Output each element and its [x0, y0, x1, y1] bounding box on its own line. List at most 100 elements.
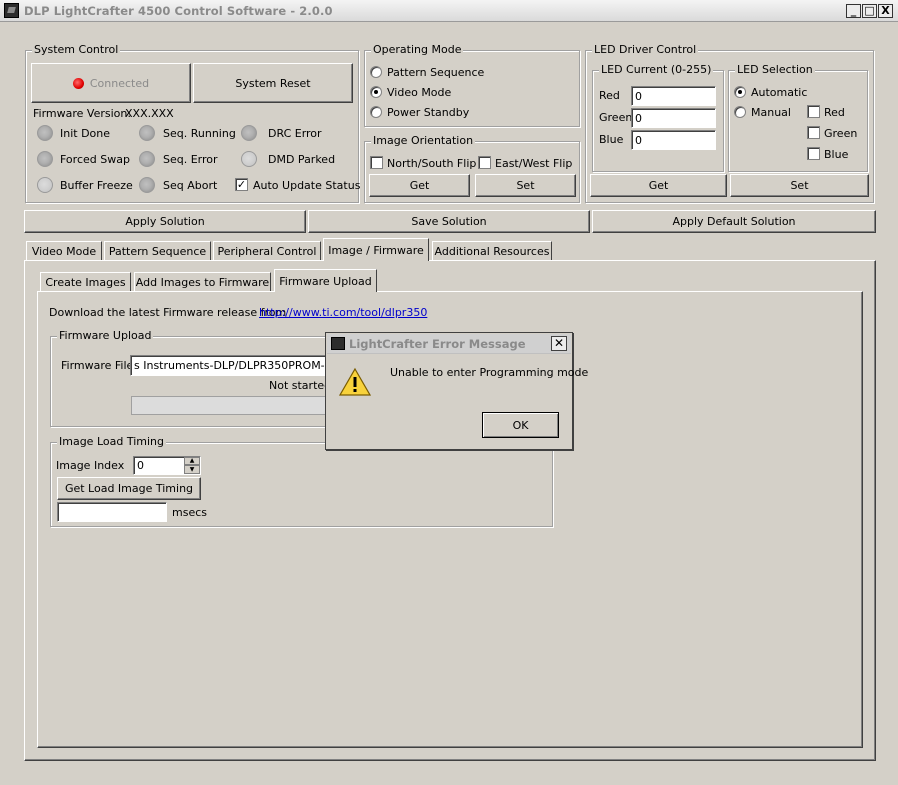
dialog-app-icon: [331, 337, 345, 350]
error-dialog-title-bar: LightCrafter Error Message ✕: [327, 334, 571, 354]
led-select-blue-label: Blue: [824, 148, 849, 161]
tab-firmware-upload[interactable]: Firmware Upload: [274, 269, 377, 292]
connected-label: Connected: [89, 76, 150, 90]
apply-default-solution-button[interactable]: Apply Default Solution: [592, 210, 876, 233]
load-timing-result-field[interactable]: [57, 502, 167, 522]
seq-abort-label: Seq Abort: [163, 179, 218, 192]
firmware-upload-legend: Firmware Upload: [57, 329, 154, 342]
connection-status-icon: [72, 77, 84, 89]
window-title: DLP LightCrafter 4500 Control Software -…: [24, 4, 333, 18]
led-green-input[interactable]: 0: [631, 108, 716, 128]
forced-swap-led-icon: [37, 151, 53, 167]
pattern-sequence-radio[interactable]: [370, 66, 382, 78]
upload-progress-bar: [131, 396, 331, 415]
auto-update-status-label: Auto Update Status: [253, 179, 361, 192]
seq-error-led-icon: [139, 151, 155, 167]
auto-update-status-checkbox[interactable]: ✓: [235, 178, 248, 191]
app-icon: [4, 3, 19, 18]
north-south-flip-checkbox[interactable]: [370, 156, 383, 169]
east-west-flip-label: East/West Flip: [495, 157, 573, 170]
system-reset-button[interactable]: System Reset: [193, 63, 353, 103]
apply-solution-button[interactable]: Apply Solution: [24, 210, 306, 233]
led-select-green-label: Green: [824, 127, 858, 140]
seq-abort-led-icon: [139, 177, 155, 193]
tab-create-images[interactable]: Create Images: [40, 272, 131, 292]
system-control-legend: System Control: [32, 43, 121, 56]
seq-error-label: Seq. Error: [163, 153, 218, 166]
orientation-get-button[interactable]: Get: [369, 174, 470, 197]
seq-running-label: Seq. Running: [163, 127, 236, 140]
led-blue-input[interactable]: 0: [631, 130, 716, 150]
video-mode-label: Video Mode: [387, 86, 452, 99]
led-select-red-label: Red: [824, 106, 845, 119]
tab-pattern-sequence[interactable]: Pattern Sequence: [104, 241, 211, 261]
init-done-label: Init Done: [60, 127, 111, 140]
forced-swap-label: Forced Swap: [60, 153, 130, 166]
firmware-version-value: XXX.XXX: [125, 107, 174, 120]
title-bar: DLP LightCrafter 4500 Control Software -…: [0, 0, 898, 22]
tab-image-firmware[interactable]: Image / Firmware: [323, 238, 429, 261]
led-selection-legend: LED Selection: [735, 63, 815, 76]
dmd-parked-led-icon: [241, 151, 257, 167]
drc-error-label: DRC Error: [268, 127, 322, 140]
led-set-button[interactable]: Set: [730, 174, 869, 197]
led-current-legend: LED Current (0-255): [599, 63, 714, 76]
tab-additional-resources[interactable]: Additional Resources: [432, 241, 552, 261]
power-standby-radio[interactable]: [370, 106, 382, 118]
error-dialog-close-icon[interactable]: ✕: [551, 336, 567, 351]
firmware-version-label: Firmware Version:: [33, 107, 132, 120]
close-button[interactable]: X: [878, 4, 893, 18]
operating-mode-legend: Operating Mode: [371, 43, 464, 56]
led-green-label: Green: [599, 111, 633, 124]
image-index-value: 0: [137, 459, 144, 472]
drc-error-led-icon: [241, 125, 257, 141]
image-orientation-legend: Image Orientation: [371, 134, 476, 147]
maximize-button[interactable]: □: [862, 4, 877, 18]
save-solution-button[interactable]: Save Solution: [308, 210, 590, 233]
warning-icon: [339, 367, 371, 396]
led-manual-label: Manual: [751, 106, 791, 119]
tab-peripheral-control[interactable]: Peripheral Control: [213, 241, 321, 261]
msecs-label: msecs: [172, 506, 207, 519]
orientation-set-button[interactable]: Set: [475, 174, 576, 197]
dmd-parked-label: DMD Parked: [268, 153, 336, 166]
get-load-image-timing-button[interactable]: Get Load Image Timing: [57, 477, 201, 500]
east-west-flip-checkbox[interactable]: [478, 156, 491, 169]
error-dialog: LightCrafter Error Message ✕ Unable to e…: [325, 332, 588, 450]
pattern-sequence-label: Pattern Sequence: [387, 66, 485, 79]
power-standby-label: Power Standby: [387, 106, 470, 119]
led-get-button[interactable]: Get: [590, 174, 727, 197]
upload-status-text: Not started: [269, 379, 332, 392]
tab-video-mode[interactable]: Video Mode: [26, 241, 102, 261]
seq-running-led-icon: [139, 125, 155, 141]
led-automatic-radio[interactable]: [734, 86, 746, 98]
led-red-label: Red: [599, 89, 620, 102]
error-dialog-title: LightCrafter Error Message: [349, 337, 526, 351]
download-link[interactable]: http://www.ti.com/tool/dlpr350: [259, 306, 427, 319]
north-south-flip-label: North/South Flip: [387, 157, 477, 170]
video-mode-radio[interactable]: [370, 86, 382, 98]
stepper-up-icon[interactable]: ▲: [184, 457, 200, 465]
led-select-red-checkbox[interactable]: [807, 105, 820, 118]
tab-add-images-to-firmware[interactable]: Add Images to Firmware: [134, 272, 271, 292]
led-red-input[interactable]: 0: [631, 86, 716, 106]
led-select-green-checkbox[interactable]: [807, 126, 820, 139]
led-blue-label: Blue: [599, 133, 624, 146]
buffer-freeze-label: Buffer Freeze: [60, 179, 133, 192]
led-select-blue-checkbox[interactable]: [807, 147, 820, 160]
buffer-freeze-led-icon: [37, 177, 53, 193]
ok-button[interactable]: OK: [482, 412, 559, 438]
download-text: Download the latest Firmware release fro…: [49, 306, 287, 319]
init-done-led-icon: [37, 125, 53, 141]
led-manual-radio[interactable]: [734, 106, 746, 118]
firmware-file-label: Firmware File:: [61, 359, 138, 372]
image-index-label: Image Index: [56, 459, 125, 472]
stepper-down-icon[interactable]: ▼: [184, 465, 200, 474]
minimize-button[interactable]: _: [846, 4, 861, 18]
error-message: Unable to enter Programming mode: [390, 366, 589, 379]
firmware-file-input[interactable]: s Instruments-DLP/DLPR350PROM-2.0.0: [130, 355, 330, 376]
connected-button[interactable]: Connected: [31, 63, 191, 103]
image-load-timing-legend: Image Load Timing: [57, 435, 166, 448]
led-automatic-label: Automatic: [751, 86, 808, 99]
led-driver-control-legend: LED Driver Control: [592, 43, 699, 56]
